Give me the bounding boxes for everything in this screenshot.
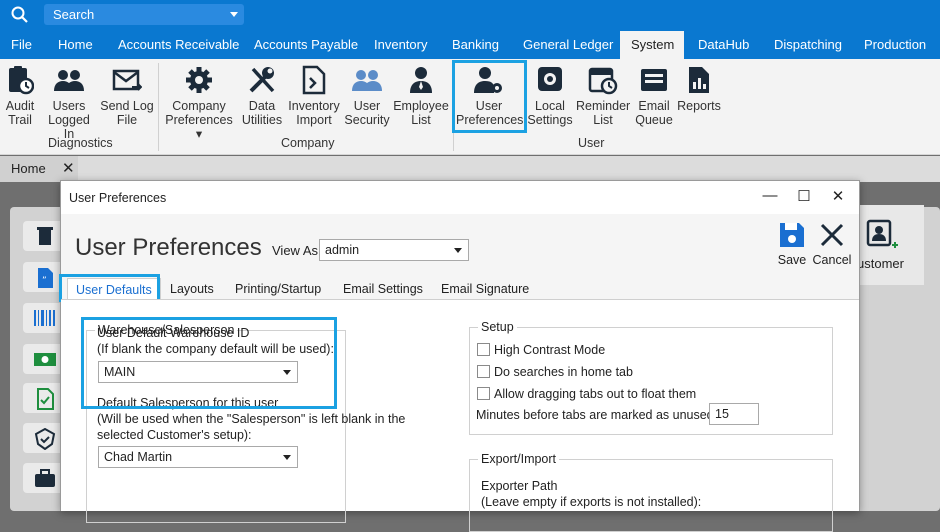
save-button[interactable]: Save [772, 221, 812, 267]
cancel-button[interactable]: Cancel [812, 221, 852, 267]
tab-accounts-receivable[interactable]: Accounts Receivable [108, 31, 249, 59]
group-label-company: Company [281, 136, 335, 150]
tab-general-ledger[interactable]: General Ledger [513, 31, 623, 59]
group-legend: Export/Import [481, 452, 557, 466]
group-legend: Setup [481, 320, 514, 334]
email-queue-icon [641, 69, 667, 91]
tab-datahub[interactable]: DataHub [688, 31, 759, 59]
users-icon [54, 70, 84, 91]
local-settings-button[interactable]: Local Settings [526, 62, 574, 127]
customer-button[interactable]: ustomer [852, 205, 924, 285]
data-utilities-button[interactable]: Data Utilities [240, 62, 284, 127]
mail-send-icon [112, 69, 142, 91]
user-preferences-dialog: User Preferences — ☐ ✕ User Preferences … [59, 180, 860, 532]
salesperson-hint-1: (Will be used when the "Salesperson" is … [97, 412, 406, 426]
chevron-down-icon [230, 12, 238, 17]
tab-inventory[interactable]: Inventory [364, 31, 437, 59]
svg-text:”: ” [42, 276, 47, 286]
tab-email-signature[interactable]: Email Signature [433, 278, 537, 300]
user-security-button[interactable]: User Security [344, 62, 390, 127]
audit-trail-button[interactable]: Audit Trail [2, 62, 38, 127]
page-title: User Preferences [75, 234, 262, 261]
company-preferences-button[interactable]: Company Preferences ▾ [162, 62, 236, 141]
report-icon [689, 67, 709, 93]
inventory-import-button[interactable]: Inventory Import [286, 62, 342, 127]
minimize-button[interactable]: — [759, 187, 781, 204]
group-label-user: User [578, 136, 605, 150]
view-as-label: View As: [272, 243, 322, 258]
document-tab-bar: Home ✕ [0, 156, 940, 182]
close-button[interactable]: ✕ [827, 187, 849, 205]
users-logged-in-button[interactable]: Users Logged In [42, 62, 96, 141]
save-icon [780, 223, 804, 247]
minutes-input[interactable]: 15 [709, 403, 759, 425]
tab-production[interactable]: Production [854, 31, 936, 59]
tab-banking[interactable]: Banking [442, 31, 509, 59]
view-as-select[interactable]: admin [319, 239, 469, 261]
tab-printing-startup[interactable]: Printing/Startup [227, 278, 329, 300]
tools-icon [249, 67, 275, 93]
drag-tabs-checkbox[interactable] [477, 387, 490, 400]
highlight-box [81, 317, 337, 409]
employee-list-button[interactable]: Employee List [392, 62, 450, 127]
minutes-label: Minutes before tabs are marked as unused… [476, 408, 718, 422]
high-contrast-checkbox[interactable] [477, 343, 490, 356]
exporter-path-label: Exporter Path [481, 479, 558, 493]
tab-home[interactable]: Home [48, 31, 103, 59]
exporter-path-hint: (Leave empty if exports is not installed… [481, 495, 702, 509]
send-log-file-button[interactable]: Send Log File [100, 62, 154, 127]
tab-layouts[interactable]: Layouts [162, 278, 222, 300]
clipboard-clock-icon [9, 66, 34, 95]
settings-icon [538, 67, 562, 91]
customer-label: ustomer [857, 256, 904, 271]
dropdown-arrow-icon: ▾ [195, 127, 203, 141]
drag-tabs-label: Allow dragging tabs out to float them [494, 387, 697, 401]
dialog-window-title: User Preferences [69, 191, 167, 205]
highlight-box [59, 274, 160, 302]
email-queue-button[interactable]: Email Queue [632, 62, 676, 127]
doc-tab-home[interactable]: Home ✕ [0, 156, 78, 182]
chevron-down-icon [454, 248, 462, 253]
reminder-list-button[interactable]: Reminder List [576, 62, 630, 127]
close-icon[interactable]: ✕ [62, 159, 75, 177]
tab-email-settings[interactable]: Email Settings [335, 278, 431, 300]
calendar-clock-icon [588, 67, 618, 95]
cancel-icon [820, 223, 844, 247]
highlight-box [452, 60, 527, 133]
search-input[interactable]: Search [44, 4, 244, 25]
searches-home-checkbox[interactable] [477, 365, 490, 378]
file-import-icon [302, 65, 326, 95]
tab-dispatching[interactable]: Dispatching [764, 31, 852, 59]
reports-button[interactable]: Reports [677, 62, 721, 113]
ribbon: Audit Trail Users Logged In Send Log File D… [0, 59, 940, 155]
chevron-down-icon [283, 455, 291, 460]
tab-system[interactable]: System [620, 31, 684, 59]
salesperson-select[interactable]: Chad Martin [98, 446, 298, 468]
user-defaults-panel: Warehouse/Salesperson User Default Wareh… [61, 299, 859, 532]
users-icon [352, 70, 382, 91]
group-divider [158, 63, 159, 151]
tab-file[interactable]: File [1, 31, 42, 59]
employee-icon [410, 67, 432, 93]
dialog-titlebar[interactable]: User Preferences — ☐ ✕ [61, 181, 859, 214]
gear-icon [186, 67, 212, 93]
search-icon[interactable] [10, 5, 30, 25]
salesperson-hint-2: selected Customer's setup): [97, 428, 252, 442]
group-label-diagnostics: Diagnostics [48, 136, 113, 150]
top-bar: Search File Home Accounts Receivable Acc… [0, 0, 940, 59]
searches-home-label: Do searches in home tab [494, 365, 633, 379]
contact-add-icon [866, 219, 898, 248]
high-contrast-label: High Contrast Mode [494, 343, 606, 357]
tab-accounts-payable[interactable]: Accounts Payable [244, 31, 368, 59]
maximize-button[interactable]: ☐ [793, 187, 815, 205]
